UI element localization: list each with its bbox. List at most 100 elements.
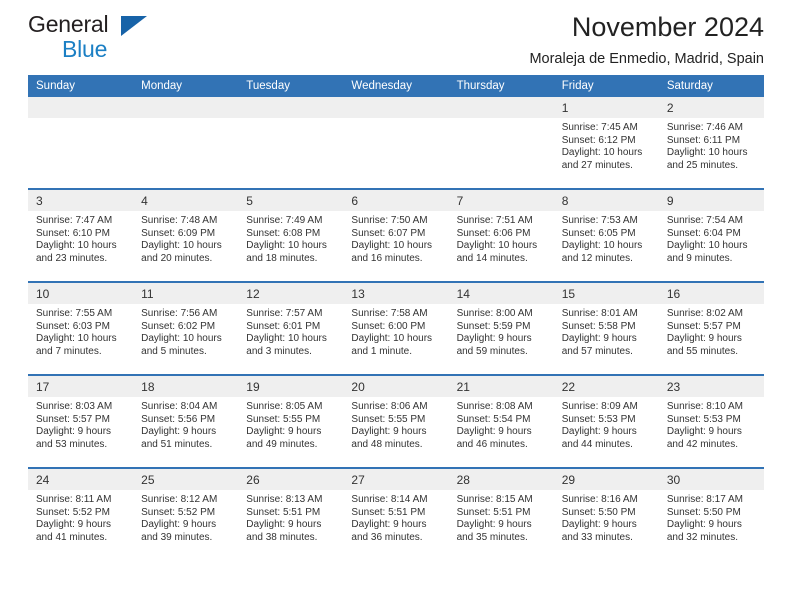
sunrise-text: Sunrise: 7:51 AM [456, 215, 533, 226]
day-number[interactable]: 2 [658, 97, 764, 118]
daylight-text-1: Daylight: 9 hours [246, 519, 322, 531]
week-3-detail-row: Sunrise: 7:55 AM Sunset: 6:03 PM Dayligh… [28, 304, 764, 374]
day-number[interactable]: 10 [28, 283, 134, 304]
daylight-text-1: Daylight: 10 hours [36, 333, 117, 345]
sunrise-text: Sunrise: 7:58 AM [351, 308, 428, 319]
week-4-daynum-row: 17 18 19 20 21 22 23 [28, 376, 764, 397]
day-number[interactable]: 15 [553, 283, 659, 304]
daylight-text-2: and 18 minutes. [246, 252, 318, 264]
daylight-text-1: Daylight: 9 hours [351, 426, 427, 438]
daylight-text-1: Daylight: 10 hours [36, 240, 117, 252]
sunset-text: Sunset: 5:54 PM [456, 413, 531, 425]
sunrise-text: Sunrise: 8:16 AM [561, 494, 638, 505]
day-number[interactable]: 3 [28, 190, 134, 211]
day-detail: Sunrise: 8:05 AM Sunset: 5:55 PM Dayligh… [238, 397, 344, 467]
day-number[interactable]: 4 [133, 190, 239, 211]
day-number[interactable]: 30 [658, 469, 764, 490]
day-number[interactable]: 12 [238, 283, 344, 304]
sunset-text: Sunset: 6:05 PM [561, 227, 636, 239]
daylight-text-2: and 44 minutes. [561, 438, 633, 450]
sunrise-text: Sunrise: 7:48 AM [141, 215, 218, 226]
day-number[interactable]: 1 [553, 97, 659, 118]
weekday-header-friday: Friday [553, 75, 659, 97]
day-number[interactable]: 22 [553, 376, 659, 397]
logo-triangle-icon [121, 16, 147, 36]
sunrise-text: Sunrise: 8:11 AM [36, 494, 112, 505]
day-detail: Sunrise: 8:03 AM Sunset: 5:57 PM Dayligh… [28, 397, 134, 467]
daylight-text-2: and 32 minutes. [666, 531, 739, 543]
day-detail: Sunrise: 7:48 AM Sunset: 6:09 PM Dayligh… [133, 211, 239, 281]
day-number[interactable]: 17 [28, 376, 134, 397]
day-detail: Sunrise: 7:46 AM Sunset: 6:11 PM Dayligh… [658, 118, 764, 188]
daylight-text-2: and 3 minutes. [246, 345, 312, 357]
sunrise-text: Sunrise: 8:01 AM [561, 308, 638, 319]
daylight-text-2: and 59 minutes. [456, 345, 528, 357]
day-number[interactable]: 9 [658, 190, 764, 211]
day-number[interactable]: 6 [343, 190, 449, 211]
day-number[interactable]: 28 [448, 469, 554, 490]
day-number[interactable]: 19 [238, 376, 344, 397]
sunrise-text: Sunrise: 7:49 AM [246, 215, 323, 226]
sunrise-text: Sunrise: 7:57 AM [246, 308, 323, 319]
weekday-header-sunday: Sunday [28, 75, 134, 97]
daylight-text-1: Daylight: 9 hours [36, 426, 112, 438]
sunrise-text: Sunrise: 8:03 AM [36, 401, 113, 412]
day-number[interactable]: 7 [448, 190, 554, 211]
logo-word-blue: Blue [62, 36, 108, 62]
day-number[interactable]: 20 [343, 376, 449, 397]
sunset-text: Sunset: 6:10 PM [36, 227, 110, 239]
sunrise-text: Sunrise: 8:06 AM [351, 401, 428, 412]
sunrise-sunset-calendar: Sunday Monday Tuesday Wednesday Thursday… [28, 75, 764, 560]
sunset-text: Sunset: 6:08 PM [246, 227, 321, 239]
daylight-text-1: Daylight: 10 hours [351, 333, 433, 345]
day-number[interactable]: 24 [28, 469, 134, 490]
sunset-text: Sunset: 6:01 PM [246, 320, 321, 332]
day-number[interactable]: 16 [658, 283, 764, 304]
sunrise-text: Sunrise: 8:00 AM [456, 308, 533, 319]
calendar-body: 1 2 Sunrise: 7:45 AM Sunset: 6:12 PM Day… [28, 97, 764, 560]
day-number[interactable]: 14 [448, 283, 554, 304]
day-detail: Sunrise: 8:12 AM Sunset: 5:52 PM Dayligh… [133, 490, 239, 560]
day-number[interactable]: 8 [553, 190, 659, 211]
day-number[interactable]: 13 [343, 283, 449, 304]
sunset-text: Sunset: 5:59 PM [456, 320, 531, 332]
sunset-text: Sunset: 6:04 PM [666, 227, 741, 239]
day-cell-empty [238, 97, 344, 118]
daylight-text-2: and 1 minute. [351, 345, 413, 357]
week-4-detail-row: Sunrise: 8:03 AM Sunset: 5:57 PM Dayligh… [28, 397, 764, 467]
day-detail: Sunrise: 8:09 AM Sunset: 5:53 PM Dayligh… [553, 397, 659, 467]
sunrise-text: Sunrise: 7:45 AM [561, 122, 638, 133]
daylight-text-1: Daylight: 9 hours [561, 426, 637, 438]
sunrise-text: Sunrise: 8:14 AM [351, 494, 428, 505]
day-number[interactable]: 29 [553, 469, 659, 490]
daylight-text-2: and 9 minutes. [666, 252, 733, 264]
sunrise-text: Sunrise: 8:04 AM [141, 401, 218, 412]
day-cell-empty [448, 97, 554, 118]
sunset-text: Sunset: 6:07 PM [351, 227, 426, 239]
sunset-text: Sunset: 5:57 PM [36, 413, 110, 425]
day-detail: Sunrise: 8:13 AM Sunset: 5:51 PM Dayligh… [238, 490, 344, 560]
day-number[interactable]: 18 [133, 376, 239, 397]
day-number[interactable]: 5 [238, 190, 344, 211]
sunset-text: Sunset: 5:50 PM [666, 506, 741, 518]
day-detail: Sunrise: 7:57 AM Sunset: 6:01 PM Dayligh… [238, 304, 344, 374]
week-2-daynum-row: 3 4 5 6 7 8 9 [28, 190, 764, 211]
day-number[interactable]: 21 [448, 376, 554, 397]
title-block: November 2024 Moraleja de Enmedio, Madri… [529, 0, 764, 70]
day-number[interactable]: 25 [133, 469, 239, 490]
week-3-daynum-row: 10 11 12 13 14 15 16 [28, 283, 764, 304]
sunrise-text: Sunrise: 8:10 AM [666, 401, 743, 412]
day-detail-empty [133, 118, 239, 188]
sunset-text: Sunset: 6:00 PM [351, 320, 426, 332]
day-number[interactable]: 26 [238, 469, 344, 490]
day-number[interactable]: 23 [658, 376, 764, 397]
day-number[interactable]: 11 [133, 283, 239, 304]
day-detail: Sunrise: 7:51 AM Sunset: 6:06 PM Dayligh… [448, 211, 554, 281]
day-number[interactable]: 27 [343, 469, 449, 490]
daylight-text-2: and 39 minutes. [141, 531, 213, 543]
weekday-header-monday: Monday [133, 75, 239, 97]
daylight-text-2: and 41 minutes. [36, 531, 108, 543]
sunrise-text: Sunrise: 7:54 AM [666, 215, 743, 226]
sunset-text: Sunset: 5:56 PM [141, 413, 216, 425]
daylight-text-2: and 49 minutes. [246, 438, 318, 450]
